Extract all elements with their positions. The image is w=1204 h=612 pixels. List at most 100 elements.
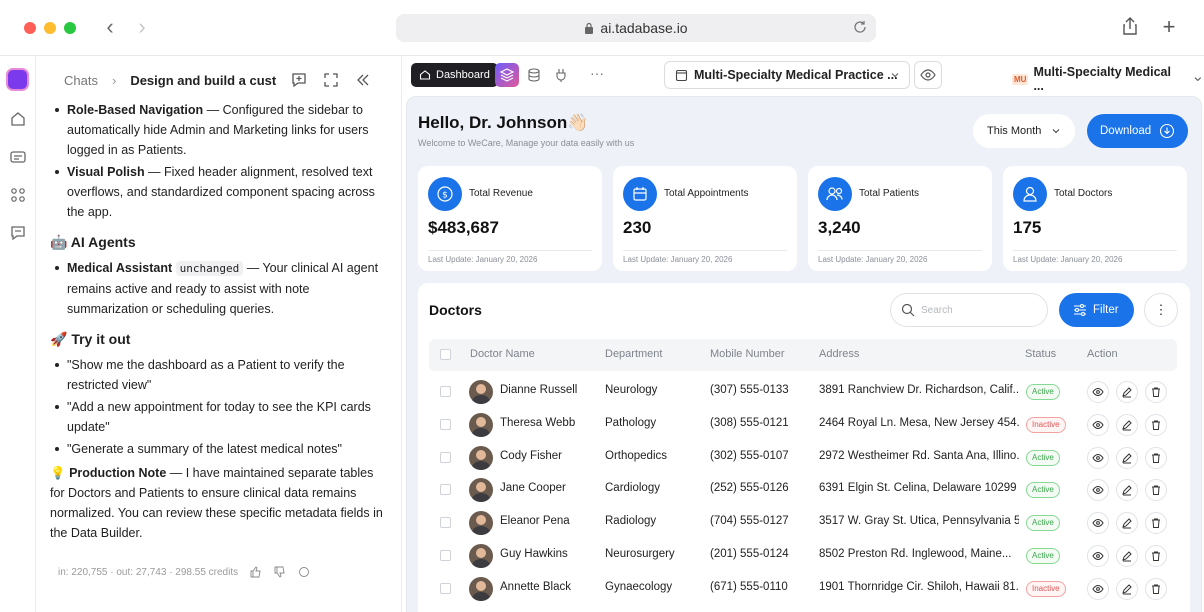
- database-icon[interactable]: [9, 148, 27, 166]
- table-row[interactable]: Cody Fisher Orthopedics (302) 555-0107 2972…: [429, 441, 1177, 474]
- share-icon[interactable]: [1118, 16, 1142, 40]
- row-checkbox[interactable]: [440, 582, 451, 594]
- doctor-name: Cody Fisher: [500, 449, 562, 462]
- preview-button[interactable]: [914, 61, 942, 89]
- column-header[interactable]: Action: [1087, 348, 1118, 360]
- filter-button[interactable]: Filter: [1059, 293, 1134, 327]
- address: 8502 Preston Rd. Inglewood, Maine...: [819, 548, 1012, 560]
- view-icon[interactable]: [1087, 545, 1109, 567]
- edit-icon[interactable]: [1116, 381, 1138, 403]
- breadcrumb-chats[interactable]: Chats: [64, 73, 98, 88]
- maximize-window-button[interactable]: [64, 22, 76, 34]
- close-window-button[interactable]: [24, 22, 36, 34]
- table-row[interactable]: Jane Cooper Cardiology (252) 555-0126 6391 …: [429, 473, 1177, 506]
- lightbulb-icon: 💡: [50, 466, 66, 480]
- delete-icon[interactable]: [1145, 512, 1167, 535]
- search-input[interactable]: Search: [890, 293, 1048, 327]
- row-checkbox[interactable]: [440, 550, 451, 561]
- delete-icon[interactable]: [1145, 545, 1167, 567]
- select-all-checkbox[interactable]: [440, 349, 451, 360]
- row-checkbox[interactable]: [440, 517, 451, 529]
- column-header[interactable]: Department: [605, 348, 662, 360]
- address-bar[interactable]: ai.tadabase.io: [396, 14, 876, 42]
- more-options-icon[interactable]: ···: [590, 65, 604, 81]
- edit-icon[interactable]: [1116, 446, 1138, 469]
- url-text: ai.tadabase.io: [600, 20, 688, 36]
- page-select[interactable]: Multi-Specialty Medical Practice ...: [664, 61, 910, 89]
- edit-icon[interactable]: [1116, 512, 1138, 535]
- thumbs-up-icon[interactable]: [250, 566, 262, 578]
- table-row[interactable]: Theresa Webb Pathology (308) 555-0121 2464 …: [429, 408, 1177, 441]
- department: Pathology: [605, 416, 657, 429]
- table-row[interactable]: Dianne Russell Neurology (307) 555-0133 389…: [429, 375, 1177, 408]
- row-checkbox[interactable]: [440, 386, 451, 397]
- row-checkbox[interactable]: [440, 418, 451, 430]
- svg-text:$: $: [442, 191, 448, 201]
- mobile-number: (201) 555-0124: [710, 548, 789, 560]
- database-icon[interactable]: [526, 67, 542, 83]
- new-chat-icon[interactable]: [290, 71, 308, 89]
- chevron-down-icon: [1053, 129, 1060, 134]
- apps-icon[interactable]: [9, 186, 27, 204]
- mobile-number: (252) 555-0126: [710, 482, 789, 495]
- delete-icon[interactable]: [1145, 381, 1167, 403]
- reload-icon[interactable]: [852, 19, 868, 35]
- delete-icon[interactable]: [1145, 413, 1167, 436]
- edit-icon[interactable]: [1116, 413, 1138, 436]
- view-icon[interactable]: [1087, 479, 1109, 502]
- kpi-updated: Last Update: January 20, 2026: [623, 255, 733, 264]
- department: Cardiology: [605, 482, 660, 495]
- kpi-label: Total Patients: [859, 188, 920, 199]
- more-vertical-icon[interactable]: ⋮: [1144, 293, 1178, 327]
- department: Neurosurgery: [605, 548, 675, 560]
- kpi-label: Total Revenue: [469, 188, 533, 199]
- row-checkbox[interactable]: [440, 451, 451, 463]
- new-tab-icon[interactable]: +: [1157, 16, 1181, 40]
- chat-icon[interactable]: [9, 224, 27, 242]
- filter-label: Filter: [1093, 304, 1119, 316]
- view-icon[interactable]: [1087, 446, 1109, 469]
- back-arrow-icon[interactable]: ‹: [100, 16, 120, 40]
- collapse-panel-icon[interactable]: [354, 71, 372, 89]
- forward-arrow-icon[interactable]: ›: [132, 16, 152, 40]
- breadcrumb-separator-icon: ›: [111, 72, 117, 88]
- app-selector[interactable]: MU Multi-Specialty Medical ...: [1012, 65, 1204, 93]
- delete-icon[interactable]: [1145, 479, 1167, 502]
- plug-icon[interactable]: [553, 67, 569, 83]
- view-icon[interactable]: [1087, 381, 1109, 403]
- department: Radiology: [605, 515, 657, 528]
- home-icon: [419, 70, 431, 80]
- delete-icon[interactable]: [1145, 446, 1167, 469]
- view-icon[interactable]: [1087, 577, 1109, 600]
- comment-icon[interactable]: [298, 566, 310, 578]
- expand-icon[interactable]: [322, 71, 340, 89]
- view-icon[interactable]: [1087, 512, 1109, 535]
- thumbs-down-icon[interactable]: [274, 566, 286, 578]
- table-row[interactable]: Guy Hawkins Neurosurgery (201) 555-0124 850…: [429, 539, 1177, 572]
- home-icon[interactable]: [9, 110, 27, 128]
- dashboard-tab[interactable]: Dashboard: [411, 63, 498, 87]
- avatar: [469, 576, 493, 601]
- column-header[interactable]: Doctor Name: [470, 348, 535, 360]
- edit-icon[interactable]: [1116, 479, 1138, 502]
- kpi-value: $483,687: [428, 218, 499, 237]
- layers-icon[interactable]: [495, 63, 519, 87]
- edit-icon[interactable]: [1116, 577, 1138, 600]
- table-row[interactable]: Eleanor Pena Radiology (704) 555-0127 3517 …: [429, 506, 1177, 539]
- dashboard-tab-label: Dashboard: [436, 69, 490, 81]
- doctor-name: Jane Cooper: [500, 482, 566, 495]
- table-row[interactable]: Annette Black Gynaecology (671) 555-0110 19…: [429, 572, 1177, 605]
- column-header[interactable]: Mobile Number: [710, 348, 785, 360]
- period-select[interactable]: This Month: [973, 114, 1075, 148]
- column-header[interactable]: Address: [819, 348, 859, 360]
- delete-icon[interactable]: [1145, 577, 1167, 600]
- doctor-name: Annette Black: [500, 580, 571, 593]
- address: 2972 Westheimer Rd. Santa Ana, Illino...: [819, 449, 1019, 462]
- edit-icon[interactable]: [1116, 545, 1138, 567]
- download-button[interactable]: Download: [1087, 114, 1188, 148]
- row-checkbox[interactable]: [440, 484, 451, 496]
- view-icon[interactable]: [1087, 413, 1109, 436]
- column-header[interactable]: Status: [1025, 348, 1056, 360]
- minimize-window-button[interactable]: [44, 22, 56, 34]
- app-logo-icon[interactable]: [6, 68, 29, 91]
